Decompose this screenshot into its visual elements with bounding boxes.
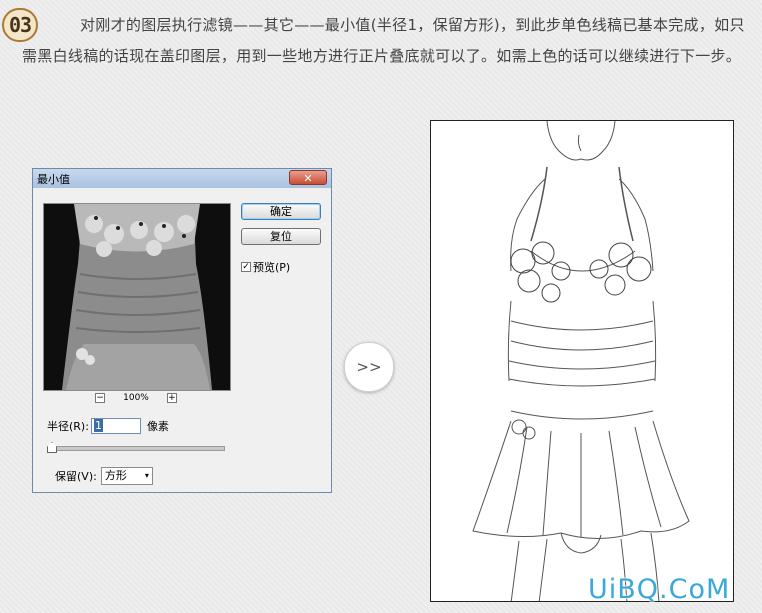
preview-label: 预览(P): [253, 261, 291, 274]
radius-row: 半径(R): 1 像素: [47, 418, 169, 434]
radius-label: 半径(R):: [47, 420, 89, 433]
chevron-down-icon: ▾: [144, 471, 149, 480]
line-art-result-image: [430, 120, 734, 602]
ok-button[interactable]: 确定: [241, 203, 321, 220]
preview-checkbox[interactable]: ✓: [241, 262, 251, 272]
dialog-title-bar[interactable]: 最小值 ✕: [33, 169, 331, 188]
step-description: 对刚才的图层执行滤镜——其它——最小值(半径1，保留方形)，到此步单色线稿已基本…: [22, 16, 745, 65]
zoom-in-button[interactable]: +: [166, 393, 177, 403]
minimum-filter-dialog: 最小值 ✕ − 100% + 确定 复位 ✓ 预览(P) 半径(R): 1 像素…: [32, 168, 332, 493]
dialog-title: 最小值: [37, 172, 70, 186]
radius-slider-thumb[interactable]: [47, 442, 57, 453]
preview-toggle[interactable]: ✓ 预览(P): [241, 259, 290, 275]
preserve-label: 保留(V):: [55, 470, 97, 483]
radius-value: 1: [93, 419, 103, 432]
site-watermark: UiBQ.CoM: [588, 574, 731, 605]
preserve-row: 保留(V): 方形 ▾: [55, 467, 153, 485]
dress-preview-image: [44, 204, 230, 390]
next-arrow-icon: >>: [344, 342, 394, 392]
preserve-select[interactable]: 方形 ▾: [100, 467, 153, 485]
radius-input[interactable]: 1: [90, 418, 141, 434]
radius-unit: 像素: [146, 420, 169, 433]
zoom-out-button[interactable]: −: [95, 393, 106, 403]
filter-preview[interactable]: [43, 203, 231, 391]
zoom-level: 100%: [123, 393, 149, 403]
reset-button[interactable]: 复位: [241, 228, 321, 245]
radius-slider-track[interactable]: [47, 446, 225, 451]
zoom-controls: − 100% +: [43, 391, 229, 405]
close-button[interactable]: ✕: [289, 170, 327, 185]
dress-line-art: [431, 121, 733, 601]
preserve-value: 方形: [104, 469, 127, 482]
